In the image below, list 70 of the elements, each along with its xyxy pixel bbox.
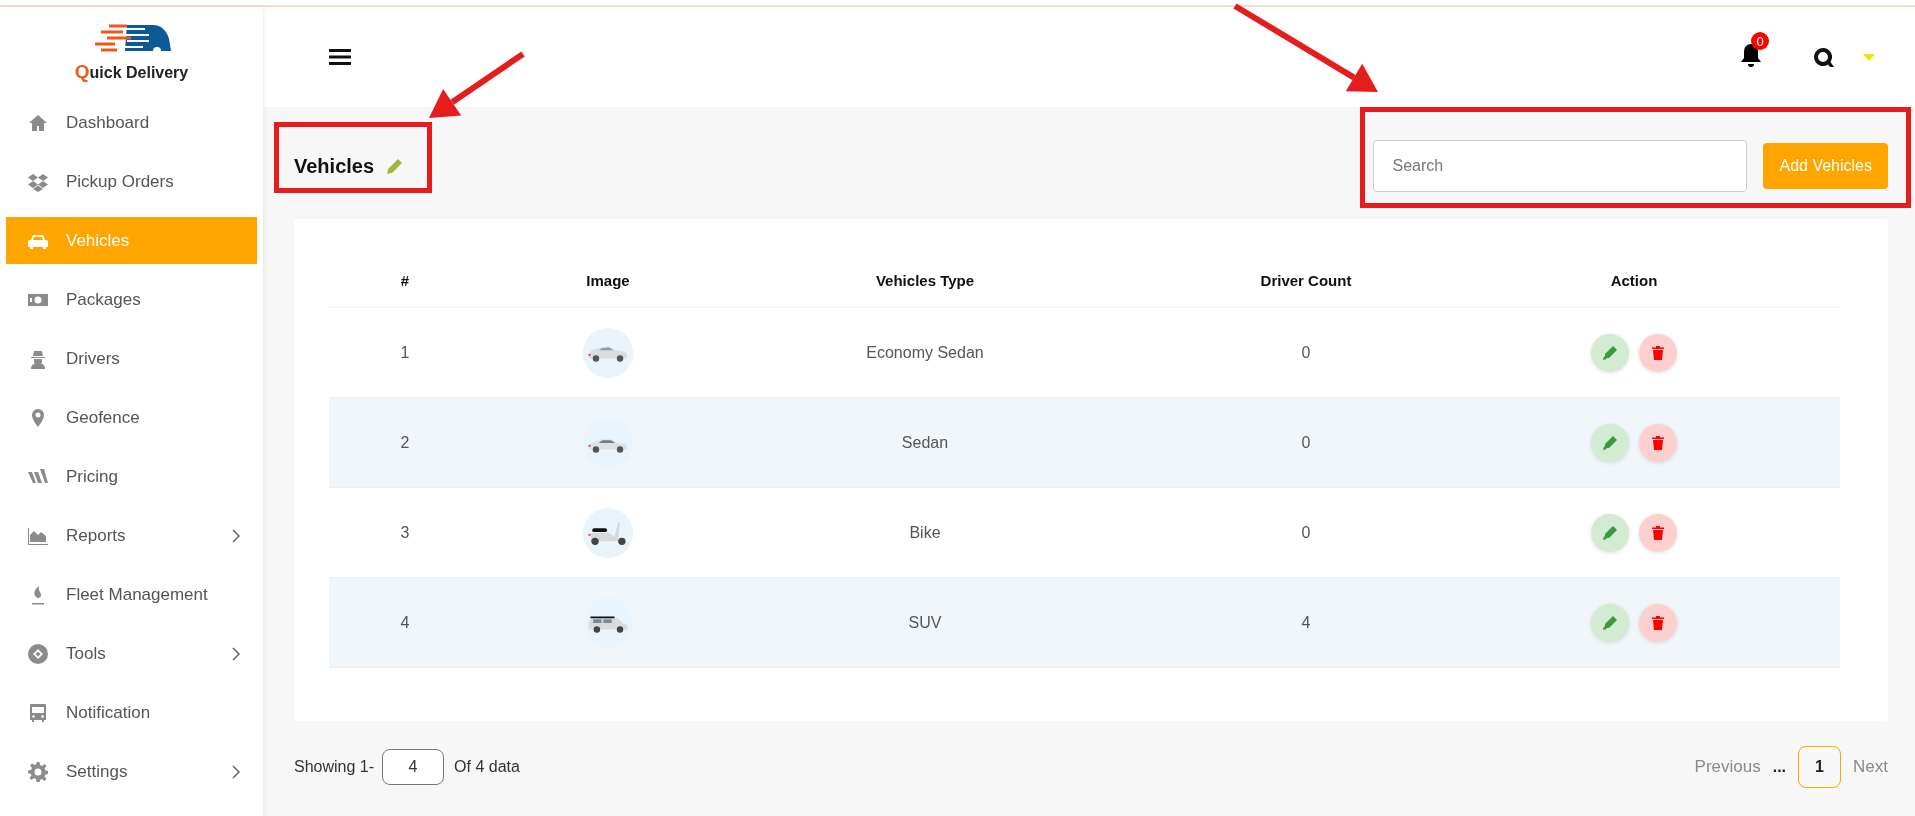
- table-cell: 2: [400, 433, 410, 452]
- menu-icon[interactable]: [329, 48, 351, 66]
- sidebar-item[interactable]: Packages: [6, 276, 257, 323]
- delete-button[interactable]: [1639, 603, 1677, 642]
- pencil-icon: [1603, 615, 1617, 630]
- trash-icon: [1652, 615, 1664, 630]
- sidebar-item[interactable]: Drivers: [6, 335, 257, 382]
- column-header: Driver Count: [1260, 271, 1352, 289]
- menu-icon: [28, 643, 48, 664]
- table-cell: 4: [1301, 613, 1311, 632]
- page-title: Vehicles: [294, 154, 375, 178]
- sidebar-item[interactable]: Pricing: [6, 453, 257, 500]
- scooter-icon: [588, 522, 626, 545]
- menu-icon: [28, 702, 48, 723]
- sidebar-item[interactable]: Geofence: [6, 394, 257, 441]
- notification-badge: 0: [1751, 32, 1769, 50]
- sidebar-item[interactable]: Settings: [6, 748, 257, 795]
- delete-button[interactable]: [1639, 333, 1677, 372]
- column-header: #: [400, 271, 410, 289]
- search-field[interactable]: Search: [1373, 140, 1748, 192]
- page-button[interactable]: 1: [1798, 746, 1842, 788]
- table-cell: 3: [400, 523, 410, 542]
- sidebar-item[interactable]: Pickup Orders: [6, 158, 257, 205]
- trash-icon: [1652, 525, 1664, 540]
- table-cell: SUV: [908, 613, 942, 632]
- table-cell: 0: [1301, 343, 1311, 362]
- delete-button[interactable]: [1639, 513, 1677, 552]
- chevron-right-icon: [232, 646, 241, 661]
- showing-text: Showing 1-: [294, 758, 375, 776]
- sidebar-item[interactable]: Fleet Management: [6, 571, 257, 618]
- sedan-car-icon: [588, 438, 628, 453]
- chevron-right-icon: [232, 764, 241, 779]
- menu-icon: [28, 348, 48, 369]
- table-cell: Sedan: [901, 433, 949, 452]
- sedan-car-icon: [588, 346, 628, 362]
- table-cell: 0: [1301, 433, 1311, 452]
- sidebar-item[interactable]: Reports: [6, 512, 257, 559]
- sidebar-item[interactable]: Tools: [6, 630, 257, 677]
- table-cell: 1: [400, 343, 410, 362]
- column-header: Action: [1610, 271, 1658, 289]
- sidebar-item[interactable]: Dashboard: [6, 99, 257, 146]
- menu-icon: [28, 171, 48, 192]
- trash-icon: [1652, 345, 1664, 360]
- column-header: Vehicles Type: [875, 271, 975, 289]
- menu-icon: [28, 525, 48, 546]
- column-header: Image: [586, 271, 630, 289]
- edit-button[interactable]: [1591, 333, 1629, 372]
- logo-text: Quick Delivery: [74, 61, 189, 83]
- trash-icon: [1652, 435, 1664, 450]
- sidebar-item[interactable]: Notification: [6, 689, 257, 736]
- chevron-right-icon: [232, 528, 241, 543]
- edit-button[interactable]: [1591, 423, 1629, 462]
- menu-icon: [28, 112, 48, 133]
- suv-car-icon: [588, 616, 628, 633]
- table-cell: 0: [1301, 523, 1311, 542]
- pencil-icon[interactable]: [386, 157, 404, 175]
- pagination-ellipsis: ...: [1772, 758, 1787, 776]
- showing-total-text: Of 4 data: [454, 758, 520, 776]
- edit-button[interactable]: [1591, 513, 1629, 552]
- edit-button[interactable]: [1591, 603, 1629, 642]
- pencil-icon: [1603, 435, 1617, 450]
- pencil-icon: [1603, 345, 1617, 360]
- delete-button[interactable]: [1639, 423, 1677, 462]
- table-cell: 4: [400, 613, 410, 632]
- menu-icon: [28, 761, 48, 782]
- q-logo-icon[interactable]: [1811, 45, 1835, 69]
- page-size-field[interactable]: 4: [382, 749, 445, 785]
- pencil-icon: [1603, 525, 1617, 540]
- table-cell: Economy Sedan: [866, 343, 984, 362]
- table-cell: Bike: [909, 523, 941, 542]
